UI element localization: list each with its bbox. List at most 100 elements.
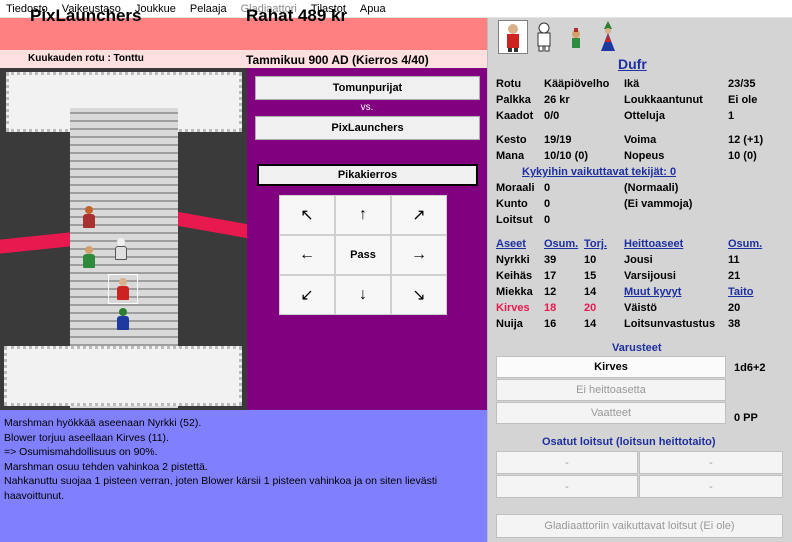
weapons-header[interactable]: Aseet	[496, 238, 526, 250]
throw-hit-header[interactable]: Osum.	[728, 238, 762, 250]
spell-slot[interactable]: -	[496, 451, 638, 474]
arena-map[interactable]	[0, 68, 247, 410]
move-southeast-button[interactable]: ↘	[391, 275, 447, 315]
skill-value-header[interactable]: Taito	[728, 286, 753, 298]
match-panel: Tomunpurijat vs. PixLaunchers Pikakierro…	[247, 68, 487, 410]
morale-value: 0	[544, 182, 551, 194]
portrait-gladiator-3[interactable]	[562, 20, 592, 54]
other-skills-header[interactable]: Muut kyvyt	[624, 286, 681, 298]
team2-button[interactable]: PixLaunchers	[255, 116, 480, 140]
game-date: Tammikuu 900 AD (Kierros 4/40)	[246, 53, 429, 67]
spells-value: 0	[544, 214, 551, 226]
enemy-gladiator[interactable]	[82, 246, 96, 272]
team1-button[interactable]: Tomunpurijat	[255, 76, 480, 100]
active-spells-button[interactable]: Gladiaattoriin vaikuttavat loitsut (Ei o…	[496, 514, 783, 538]
enemy-gladiator[interactable]	[82, 206, 96, 232]
portrait-gladiator-1[interactable]	[498, 20, 528, 54]
log-line: Blower torjuu aseellaan Kirves (11).	[4, 431, 169, 444]
strength-value: 12 (+1)	[728, 134, 764, 146]
enemy-gladiator[interactable]	[114, 238, 128, 264]
pass-button[interactable]: Pass	[335, 235, 391, 275]
weapons-block-header[interactable]: Torj.	[584, 238, 607, 250]
race-label: Rotu	[496, 78, 522, 90]
skill-value: 38	[728, 318, 741, 330]
weapon-name: Nuija	[496, 318, 523, 330]
throw-value: 21	[728, 270, 741, 282]
gladiator-panel: Dufr Rotu Kääpiövelho Ikä 23/35 Palkka 2…	[487, 18, 792, 542]
move-east-button[interactable]: →	[391, 235, 447, 275]
matches-label: Otteluja	[624, 110, 665, 122]
skill-value: 20	[728, 302, 741, 314]
skill-name: Loitsunvastustus	[624, 318, 716, 330]
matches-value: 1	[728, 110, 735, 122]
throw-name: Varsijousi	[624, 270, 676, 282]
throw-value: 11	[728, 254, 740, 266]
weapon-name: Miekka	[496, 286, 533, 298]
weapon-name: Nyrkki	[496, 254, 530, 266]
friendly-gladiator[interactable]	[116, 308, 130, 334]
quick-round-button[interactable]: Pikakierros	[257, 164, 478, 186]
selected-gladiator[interactable]	[116, 278, 130, 304]
move-southwest-button[interactable]: ↙	[279, 275, 335, 315]
menu-pelaaja[interactable]: Pelaaja	[190, 3, 227, 15]
armor-button[interactable]: Vaatteet	[496, 402, 726, 424]
weapon-block: 14	[584, 286, 597, 298]
endurance-value: 19/19	[544, 134, 572, 146]
log-line: Marshman hyökkää aseenaan Nyrkki (52).	[4, 417, 202, 429]
gladiator-name[interactable]: Dufr	[618, 56, 647, 72]
lava-strip-right	[178, 211, 247, 239]
spell-slot[interactable]: -	[639, 475, 783, 498]
log-line: Marshman osuu tehden vahinkoa 2 pistettä…	[4, 460, 208, 473]
strength-label: Voima	[624, 134, 657, 146]
weapon-hit: 16	[544, 318, 557, 330]
weapon-block: 10	[584, 254, 597, 266]
throw-name: Jousi	[624, 254, 653, 266]
condition-desc: (Ei vammoja)	[624, 198, 693, 210]
weapon-hit-equipped: 18	[544, 302, 557, 314]
move-northeast-button[interactable]: ↗	[391, 195, 447, 235]
race-value: Kääpiövelho	[544, 78, 610, 90]
portrait-gladiator-2[interactable]	[530, 20, 560, 54]
kills-value: 0/0	[544, 110, 560, 122]
injured-value: Ei ole	[728, 94, 758, 106]
throw-weapons-header[interactable]: Heittoaseet	[624, 238, 683, 250]
known-spells-title: Osatut loitsut (loitsun heittotaito)	[542, 436, 716, 448]
money-display: Rahat 489 kr	[246, 6, 348, 25]
spell-slot[interactable]: -	[496, 475, 638, 498]
weapon-hit: 39	[544, 254, 557, 266]
log-line: => Osumismahdollisuus on 90%.	[4, 446, 158, 459]
weapon-block: 14	[584, 318, 597, 330]
lava-strip-left	[0, 232, 70, 254]
gladiator-sprite-icon	[507, 24, 519, 52]
ability-factors-link[interactable]: Kykyihin vaikuttavat tekijät: 0	[522, 166, 676, 178]
move-northwest-button[interactable]: ↖	[279, 195, 335, 235]
endurance-label: Kesto	[496, 134, 527, 146]
weapon-hit: 17	[544, 270, 557, 282]
combat-log: Marshman hyökkää aseenaan Nyrkki (52). B…	[0, 410, 487, 542]
skeleton-sprite-icon	[537, 22, 551, 52]
team-name: PixLaunchers	[30, 6, 142, 25]
move-west-button[interactable]: ←	[279, 235, 335, 275]
goblin-sprite-icon	[572, 28, 580, 48]
race-of-month: Kuukauden rotu : Tonttu	[28, 53, 144, 64]
wizard-sprite-icon	[601, 21, 615, 51]
weapons-hit-header[interactable]: Osum.	[544, 238, 578, 250]
equipped-weapon-button[interactable]: Kirves	[496, 356, 726, 378]
salary-label: Palkka	[496, 94, 531, 106]
mana-value: 10/10 (0)	[544, 150, 589, 162]
portrait-gladiator-4[interactable]	[594, 20, 624, 54]
weapon-name: Keihäs	[496, 270, 533, 282]
spell-slot[interactable]: -	[639, 451, 783, 474]
move-north-button[interactable]: ↑	[335, 195, 391, 235]
move-south-button[interactable]: ↓	[335, 275, 391, 315]
kills-label: Kaadot	[496, 110, 534, 122]
morale-label: Moraali	[496, 182, 535, 194]
speed-label: Nopeus	[624, 150, 665, 162]
log-line: haavoittunut.	[4, 489, 65, 502]
menu-apua[interactable]: Apua	[360, 3, 386, 15]
weapon-name-equipped: Kirves	[496, 302, 530, 314]
age-value: 23/35	[728, 78, 756, 90]
salary-value: 26 kr	[544, 94, 570, 106]
throw-weapon-button[interactable]: Ei heittoasetta	[496, 379, 726, 401]
age-label: Ikä	[624, 78, 640, 90]
